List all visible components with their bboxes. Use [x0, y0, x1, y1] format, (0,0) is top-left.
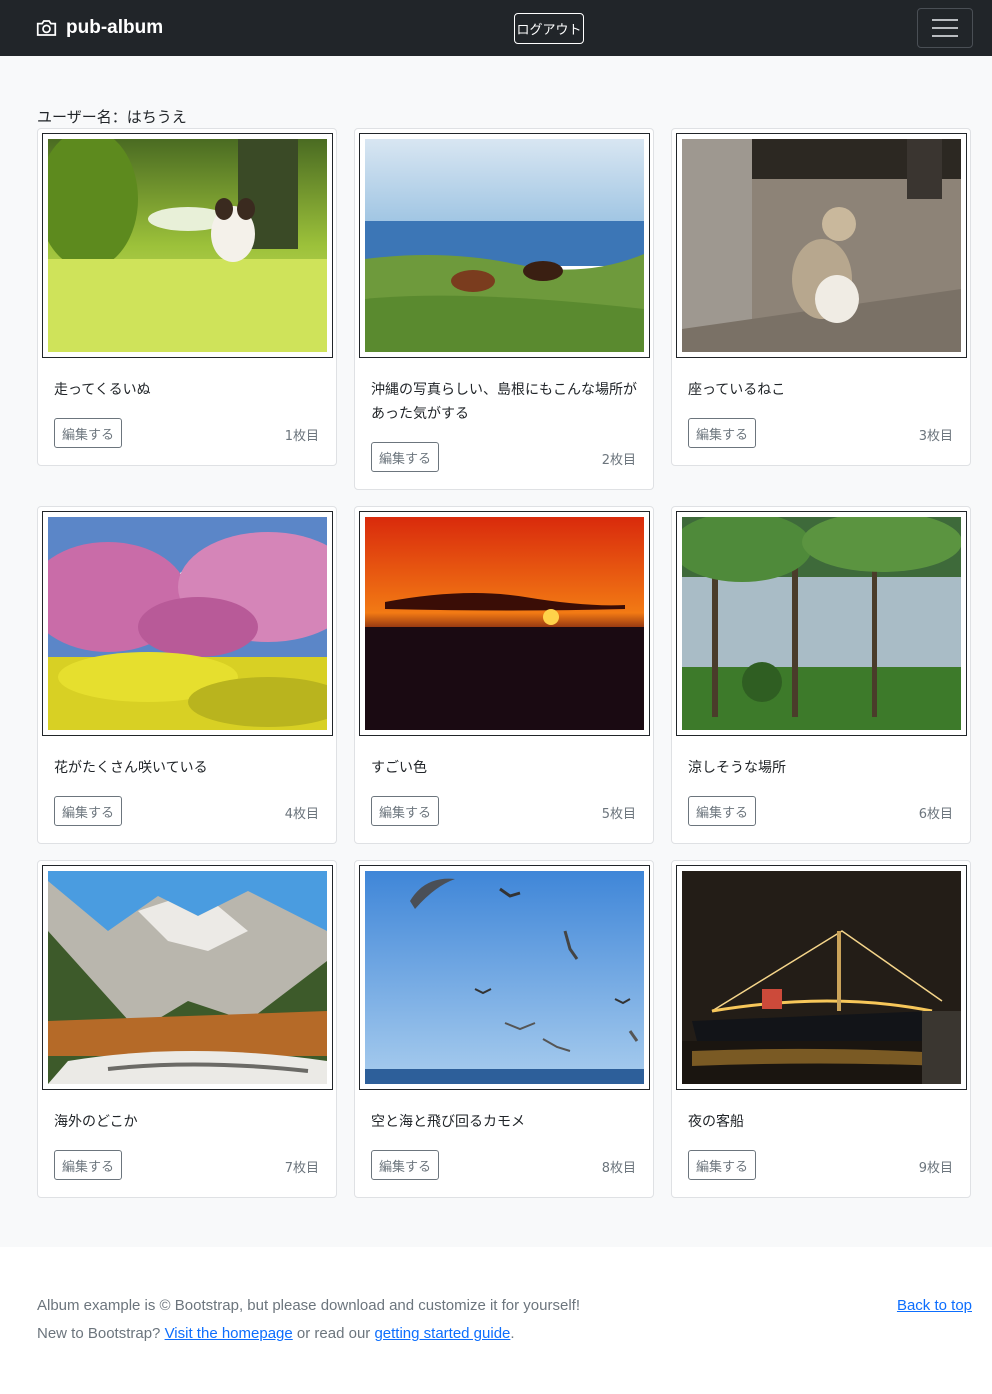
album-section: ユーザー名：はちうえ 走ってくるいぬ 編集する 1枚目 沖縄の写真らしい、島根に…: [0, 56, 992, 1247]
camera-icon: [36, 20, 57, 36]
photo-night-ship[interactable]: [682, 871, 961, 1084]
navbar-toggler[interactable]: [917, 8, 973, 48]
hamburger-icon-bar: [932, 27, 958, 29]
card-caption: すごい色: [371, 760, 427, 776]
card-caption: 花がたくさん咲いている: [54, 760, 208, 776]
edit-button[interactable]: 編集する: [54, 418, 122, 448]
album-card: 走ってくるいぬ 編集する 1枚目: [37, 128, 337, 466]
edit-button[interactable]: 編集する: [371, 796, 439, 826]
photo-frame: [42, 133, 333, 358]
card-caption: 夜の客船: [688, 1114, 744, 1130]
album-card: 沖縄の写真らしい、島根にもこんな場所があった気がする 編集する 2枚目: [354, 128, 654, 490]
edit-button[interactable]: 編集する: [688, 796, 756, 826]
brand-link[interactable]: pub-album: [36, 0, 163, 56]
photo-frame: [359, 133, 650, 358]
photo-count: 1枚目: [284, 429, 319, 444]
photo-frame: [676, 865, 967, 1090]
photo-dog[interactable]: [48, 139, 327, 352]
username-label: ユーザー名：はちうえ: [37, 108, 187, 126]
photo-count: 2枚目: [601, 453, 636, 468]
getting-started-link[interactable]: getting started guide: [374, 1325, 510, 1342]
photo-count: 5枚目: [601, 807, 636, 822]
photo-frame: [42, 865, 333, 1090]
logout-button[interactable]: ログアウト: [514, 13, 584, 44]
album-card: 空と海と飛び回るカモメ 編集する 8枚目: [354, 860, 654, 1198]
back-to-top-link[interactable]: Back to top: [897, 1297, 972, 1314]
photo-count: 3枚目: [918, 429, 953, 444]
album-card: 座っているねこ 編集する 3枚目: [671, 128, 971, 466]
album-card: 夜の客船 編集する 9枚目: [671, 860, 971, 1198]
edit-button[interactable]: 編集する: [371, 442, 439, 472]
footer-links-line: New to Bootstrap? Visit the homepage or …: [37, 1325, 515, 1342]
card-caption: 涼しそうな場所: [688, 760, 786, 776]
photo-count: 7枚目: [284, 1161, 319, 1176]
photo-frame: [359, 865, 650, 1090]
photo-frame: [359, 511, 650, 736]
album-card: 海外のどこか 編集する 7枚目: [37, 860, 337, 1198]
album-card: すごい色 編集する 5枚目: [354, 506, 654, 844]
photo-sunset[interactable]: [365, 517, 644, 730]
photo-horses[interactable]: [365, 139, 644, 352]
photo-frame: [676, 133, 967, 358]
footer-line2-suffix: .: [510, 1325, 515, 1342]
album-card: 花がたくさん咲いている 編集する 4枚目: [37, 506, 337, 844]
footer: Back to top Album example is © Bootstrap…: [0, 1247, 992, 1394]
navbar: pub-album ログアウト: [0, 0, 992, 56]
photo-count: 9枚目: [918, 1161, 953, 1176]
photo-count: 8枚目: [601, 1161, 636, 1176]
photo-mountains[interactable]: [48, 871, 327, 1084]
photo-frame: [42, 511, 333, 736]
photo-count: 6枚目: [918, 807, 953, 822]
card-caption: 海外のどこか: [54, 1114, 138, 1130]
edit-button[interactable]: 編集する: [54, 1150, 122, 1180]
photo-flowers[interactable]: [48, 517, 327, 730]
photo-count: 4枚目: [284, 807, 319, 822]
edit-button[interactable]: 編集する: [54, 796, 122, 826]
card-caption: 空と海と飛び回るカモメ: [371, 1114, 525, 1130]
brand-name: pub-album: [66, 17, 164, 38]
hamburger-icon-bar: [932, 19, 958, 21]
photo-cat[interactable]: [682, 139, 961, 352]
footer-line2-prefix: New to Bootstrap?: [37, 1325, 161, 1342]
edit-button[interactable]: 編集する: [688, 1150, 756, 1180]
footer-line2-middle: or read our: [296, 1325, 371, 1342]
footer-copyright: Album example is © Bootstrap, but please…: [37, 1297, 580, 1314]
photo-seagulls[interactable]: [365, 871, 644, 1084]
hamburger-icon-bar: [932, 35, 958, 37]
album-card: 涼しそうな場所 編集する 6枚目: [671, 506, 971, 844]
edit-button[interactable]: 編集する: [371, 1150, 439, 1180]
card-caption: 座っているねこ: [688, 382, 786, 398]
card-caption: 走ってくるいぬ: [54, 382, 151, 398]
photo-lake[interactable]: [682, 517, 961, 730]
photo-frame: [676, 511, 967, 736]
edit-button[interactable]: 編集する: [688, 418, 756, 448]
homepage-link[interactable]: Visit the homepage: [165, 1325, 293, 1342]
card-caption: 沖縄の写真らしい、島根にもこんな場所があった気がする: [371, 382, 637, 422]
